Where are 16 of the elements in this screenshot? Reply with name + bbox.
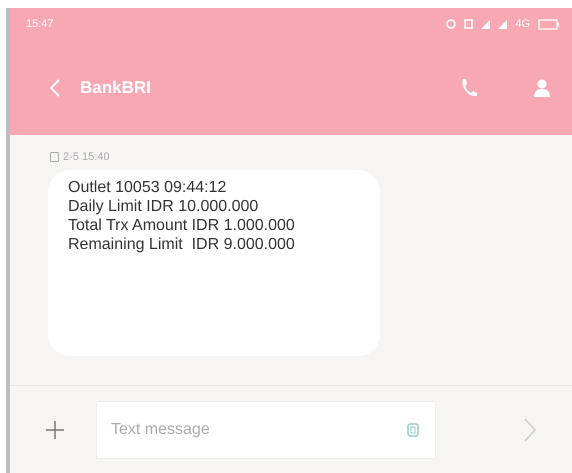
phone-icon[interactable] (460, 78, 478, 98)
message-line: Daily Limit IDR 10.000.000 (68, 196, 260, 216)
message-timestamp: 2-5 15:40 (63, 150, 110, 165)
send-icon[interactable] (524, 418, 536, 442)
network-type: 4G (515, 16, 530, 32)
contact-name: BankBRI (80, 76, 151, 99)
message-input[interactable]: Text message (97, 416, 407, 442)
message-line: Outlet 10053 09:44:12 (68, 178, 228, 196)
message-line: Total Trx Amount IDR 1.000.000 (68, 216, 296, 234)
status-time: 15:47 (26, 16, 54, 32)
back-icon[interactable] (50, 78, 60, 96)
battery-icon (538, 18, 560, 30)
message-line: Remaining Limit IDR 9.000.000 (68, 234, 296, 254)
add-icon[interactable] (46, 420, 64, 438)
contact-icon[interactable] (534, 78, 550, 98)
message-field[interactable]: Text message (96, 400, 436, 458)
